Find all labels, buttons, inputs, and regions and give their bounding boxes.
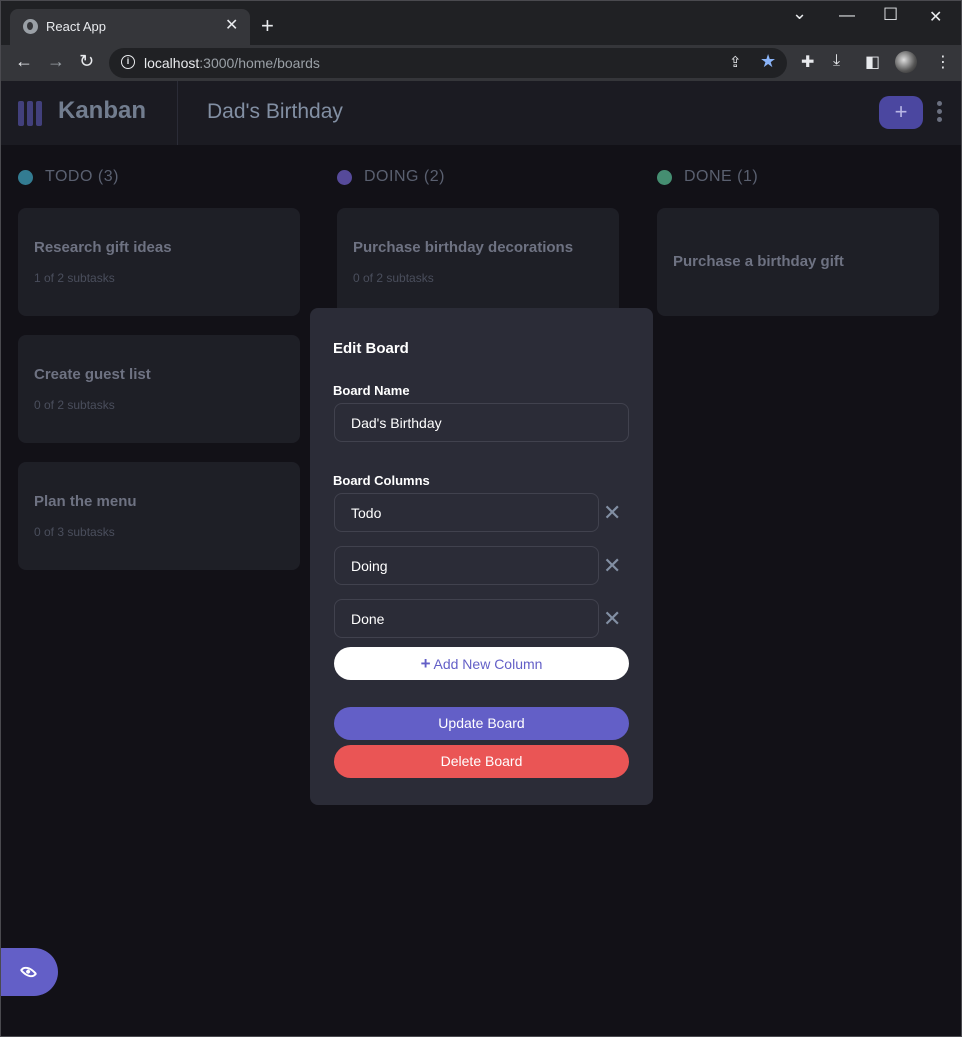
tab-title: React App xyxy=(46,19,106,34)
task-title: Create guest list xyxy=(34,366,151,383)
column-color-dot xyxy=(337,170,352,185)
download-icon[interactable]: ⤓ xyxy=(833,52,840,70)
tab-strip: React App ✕ + ⌄ — ☐ ✕ xyxy=(1,1,961,45)
extensions-puzzle-icon[interactable]: ✚ xyxy=(801,52,814,72)
column-title: DONE (1) xyxy=(684,168,759,185)
column-title: TODO (3) xyxy=(45,168,119,185)
globe-icon xyxy=(23,19,38,34)
reload-icon[interactable]: ↻ xyxy=(79,51,94,71)
add-new-column-label: Add New Column xyxy=(433,656,543,672)
address-bar[interactable]: i localhost:3000/home/boards ⇪ ★ xyxy=(109,48,787,78)
url-path: :3000/home/boards xyxy=(199,55,320,71)
side-panel-icon[interactable]: ◧ xyxy=(865,52,880,72)
board-name-label: Board Name xyxy=(333,383,410,398)
task-card[interactable]: Plan the menu 0 of 3 subtasks xyxy=(18,462,300,570)
close-window-button[interactable]: ✕ xyxy=(929,7,942,27)
column-title: DOING (2) xyxy=(364,168,445,185)
bookmark-star-icon[interactable]: ★ xyxy=(760,51,776,72)
column-color-dot xyxy=(18,170,33,185)
task-title: Purchase birthday decorations xyxy=(353,239,574,256)
show-sidebar-button[interactable] xyxy=(1,948,58,996)
task-subtasks: 1 of 2 subtasks xyxy=(34,271,115,285)
site-info-icon[interactable]: i xyxy=(121,55,135,69)
forward-arrow-icon[interactable]: → xyxy=(47,51,65,71)
column-name-input[interactable]: Doing xyxy=(334,546,599,585)
edit-board-modal: Edit Board Board Name Dad's Birthday Boa… xyxy=(310,308,653,805)
add-new-column-button[interactable]: + Add New Column xyxy=(334,647,629,680)
tab-close-icon[interactable]: ✕ xyxy=(225,17,238,35)
task-title: Purchase a birthday gift xyxy=(673,253,844,270)
task-subtasks: 0 of 3 subtasks xyxy=(34,525,115,539)
url-host: localhost xyxy=(144,55,200,71)
app-logo-text: Kanban xyxy=(58,97,147,124)
task-title: Plan the menu xyxy=(34,493,137,510)
column-name-input[interactable]: Todo xyxy=(334,493,599,532)
task-subtasks: 0 of 2 subtasks xyxy=(34,398,115,412)
column-name-input[interactable]: Done xyxy=(334,599,599,638)
eye-icon xyxy=(19,963,38,981)
minimize-button[interactable]: — xyxy=(839,7,855,25)
chrome-menu-icon[interactable]: ⋮ xyxy=(935,52,951,72)
browser-window: React App ✕ + ⌄ — ☐ ✕ ← → ↻ i localhost:… xyxy=(0,0,962,1037)
maximize-button[interactable]: ☐ xyxy=(883,5,898,25)
task-card[interactable]: Research gift ideas 1 of 2 subtasks xyxy=(18,208,300,316)
back-arrow-icon[interactable]: ← xyxy=(15,51,33,71)
task-card[interactable]: Purchase a birthday gift xyxy=(657,208,939,316)
add-task-button[interactable]: + xyxy=(879,96,923,129)
board-columns-label: Board Columns xyxy=(333,473,430,488)
page-title: Dad's Birthday xyxy=(207,100,343,123)
new-tab-button[interactable]: + xyxy=(261,15,274,37)
share-icon[interactable]: ⇪ xyxy=(729,53,742,71)
kanban-app: Kanban Dad's Birthday + TODO (3) Researc… xyxy=(1,81,961,1036)
browser-tab[interactable]: React App ✕ xyxy=(10,9,250,45)
update-board-button[interactable]: Update Board xyxy=(334,707,629,740)
kanban-logo-icon xyxy=(18,101,45,131)
task-card[interactable]: Purchase birthday decorations 0 of 2 sub… xyxy=(337,208,619,316)
task-subtasks: 0 of 2 subtasks xyxy=(353,271,434,285)
profile-avatar[interactable] xyxy=(895,51,917,73)
plus-icon: + xyxy=(420,654,431,673)
tab-search-icon[interactable]: ⌄ xyxy=(792,3,807,24)
task-title: Research gift ideas xyxy=(34,239,172,256)
remove-column-icon[interactable]: ✕ xyxy=(603,608,621,630)
url-text[interactable]: localhost:3000/home/boards xyxy=(144,55,320,71)
board-menu-icon[interactable] xyxy=(937,101,943,125)
board-name-input[interactable]: Dad's Birthday xyxy=(334,403,629,442)
task-card[interactable]: Create guest list 0 of 2 subtasks xyxy=(18,335,300,443)
browser-toolbar: ← → ↻ i localhost:3000/home/boards ⇪ ★ ✚… xyxy=(1,45,961,81)
column-color-dot xyxy=(657,170,672,185)
delete-board-button[interactable]: Delete Board xyxy=(334,745,629,778)
header-divider xyxy=(177,81,178,145)
remove-column-icon[interactable]: ✕ xyxy=(603,555,621,577)
modal-title: Edit Board xyxy=(333,340,409,357)
app-header: Kanban Dad's Birthday + xyxy=(1,81,961,145)
remove-column-icon[interactable]: ✕ xyxy=(603,502,621,524)
